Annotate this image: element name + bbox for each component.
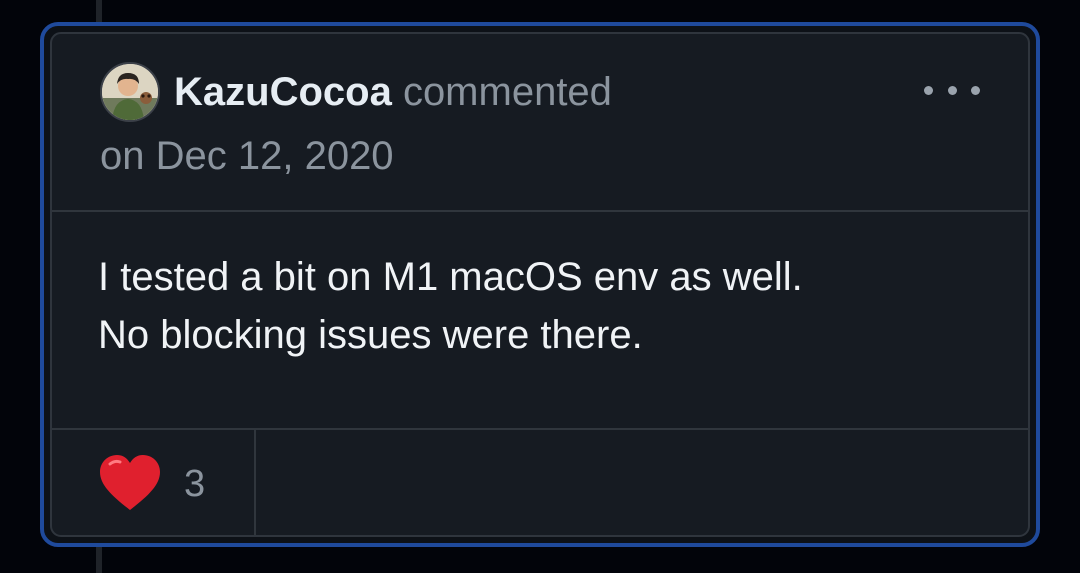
comment-body-line: No blocking issues were there.	[98, 313, 643, 357]
comment-author-line: KazuCocoa commented	[174, 68, 612, 116]
reaction-count: 3	[184, 463, 206, 505]
dot-icon	[971, 85, 980, 95]
dot-icon	[924, 85, 933, 95]
heart-icon	[100, 455, 160, 510]
avatar[interactable]	[100, 62, 160, 122]
more-options-icon[interactable]	[924, 78, 980, 102]
dot-icon	[947, 85, 957, 95]
comment-action-label: commented	[402, 70, 612, 114]
comment-card: KazuCocoa commented on Dec 12, 2020 I te…	[40, 22, 1040, 547]
comment-timestamp-link[interactable]: on Dec 12, 2020	[100, 132, 394, 180]
reactions-bar: 3	[52, 430, 1028, 535]
author-name-link[interactable]: KazuCocoa	[174, 70, 392, 114]
avatar-image	[102, 64, 158, 120]
comment-body-line: I tested a bit on M1 macOS env as well.	[98, 255, 803, 299]
heart-reaction-button[interactable]: 3	[52, 430, 256, 535]
comment-container: KazuCocoa commented on Dec 12, 2020 I te…	[50, 32, 1030, 537]
comment-body: I tested a bit on M1 macOS env as well. …	[52, 212, 1028, 430]
comment-header: KazuCocoa commented on Dec 12, 2020	[52, 34, 1028, 212]
